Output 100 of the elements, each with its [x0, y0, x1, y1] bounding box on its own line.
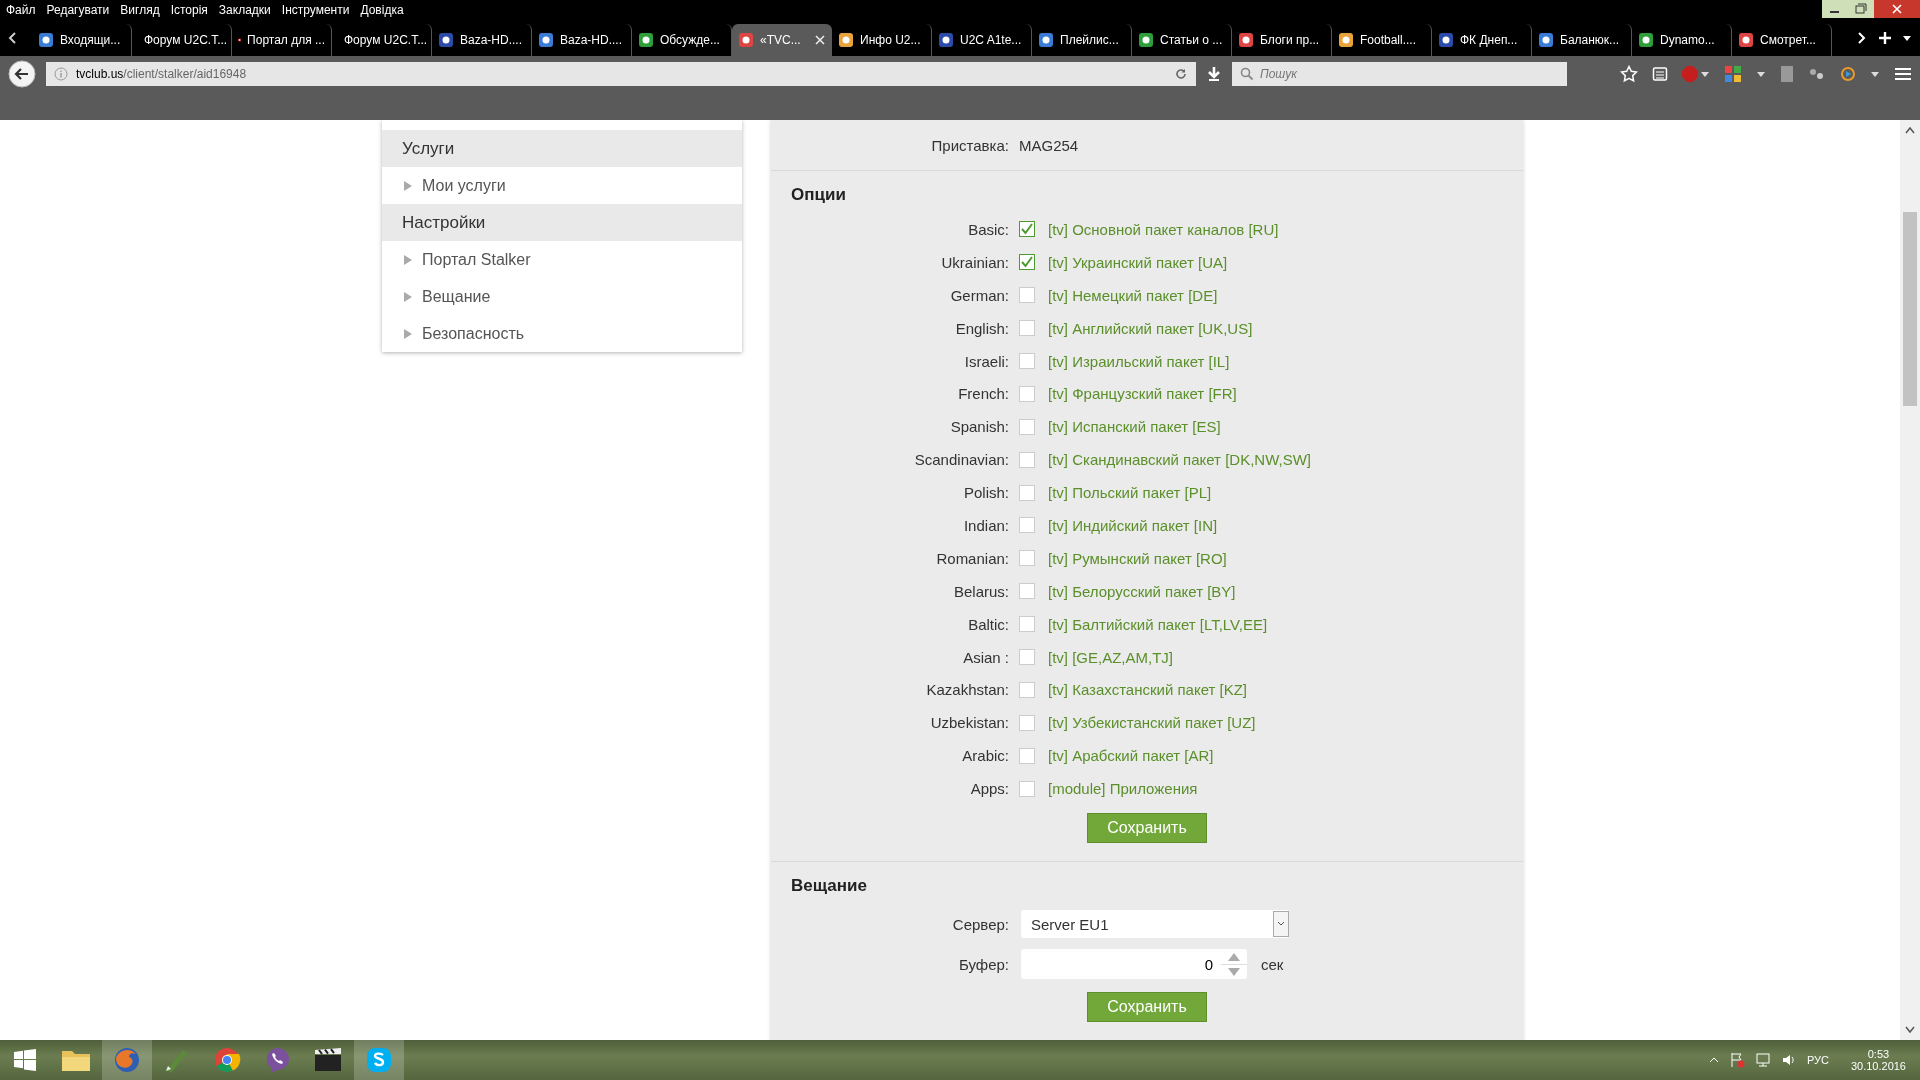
checkbox[interactable] — [1019, 418, 1035, 435]
circle-icon[interactable] — [1840, 66, 1856, 82]
checkbox[interactable] — [1019, 353, 1035, 369]
checkbox[interactable] — [1019, 714, 1035, 731]
option-label: Asian : — [962, 648, 1009, 666]
option-label: Belarus: — [952, 582, 1009, 600]
checkbox[interactable] — [1019, 451, 1035, 468]
triangle-icon — [404, 180, 412, 191]
option-label: Kazakhstan: — [925, 681, 1009, 699]
address-bar[interactable]: tvclub.us/client/stalker/aid16948 — [46, 62, 1196, 86]
menu-item[interactable]: Вигляд — [120, 3, 160, 17]
field-label: Приставка: — [930, 136, 1009, 154]
option-label: Arabic: — [961, 747, 1009, 765]
option-label: German: — [949, 286, 1009, 304]
skype-icon[interactable] — [354, 1040, 404, 1080]
browser-tab[interactable]: «TVC... — [732, 24, 832, 56]
triangle-icon — [404, 291, 412, 302]
triangle-icon — [404, 254, 412, 265]
arrow-down-icon[interactable] — [1905, 1026, 1915, 1034]
sidebar-heading: Настройки — [382, 204, 742, 241]
checkbox[interactable] — [1019, 287, 1035, 304]
option-label: Scandinavian: — [913, 451, 1009, 469]
option-label: Israeli: — [963, 352, 1009, 370]
option-label: English: — [954, 319, 1009, 337]
checkbox[interactable] — [1019, 681, 1035, 698]
network-icon[interactable] — [1754, 1052, 1771, 1068]
menu-item[interactable]: Закладки — [218, 3, 271, 17]
back-icon[interactable] — [8, 60, 36, 88]
reload-icon[interactable] — [1174, 67, 1188, 81]
sidebar-item[interactable]: Вещание — [382, 278, 742, 315]
url-host: tvclub.us — [76, 67, 124, 81]
sidebar-item[interactable]: Безопасность — [382, 315, 742, 352]
clock-date[interactable]: 30.10.2016 — [1850, 1060, 1906, 1072]
option-label: Apps: — [969, 780, 1009, 798]
option-label: Uzbekistan: — [929, 714, 1009, 732]
close-icon[interactable] — [814, 34, 826, 46]
stop-sign-icon[interactable] — [1682, 66, 1710, 82]
field-label: Сервер: — [951, 915, 1009, 933]
checkbox[interactable] — [1019, 385, 1035, 402]
search-icon — [1240, 67, 1254, 81]
browser-icon[interactable] — [102, 1040, 152, 1080]
checkbox[interactable] — [1019, 583, 1035, 600]
checkbox[interactable] — [1019, 484, 1035, 501]
option-label: Spanish: — [949, 418, 1009, 436]
page-icon[interactable] — [1780, 65, 1794, 83]
sidebar-item[interactable]: Портал Stalker — [382, 241, 742, 278]
checkbox[interactable] — [1019, 254, 1035, 271]
arrow-up-icon[interactable] — [1905, 126, 1915, 134]
section-heading: Вещание — [790, 875, 868, 898]
checkbox[interactable] — [1019, 517, 1035, 534]
star-icon[interactable] — [1620, 65, 1638, 83]
menu-item[interactable]: Файл — [6, 3, 36, 17]
option-label: Indian: — [962, 516, 1009, 534]
chevron-left-icon[interactable] — [6, 31, 18, 45]
option-label: Ukrainian: — [940, 253, 1009, 271]
scrollbar-thumb[interactable] — [1903, 212, 1917, 406]
menu-item[interactable]: Довідка — [360, 3, 404, 17]
checkbox[interactable] — [1019, 550, 1035, 567]
server-dropdown[interactable]: Server EU1 — [1021, 910, 1289, 939]
menu-item[interactable]: Інструменти — [281, 3, 350, 17]
buffer-field[interactable]: 0 — [1021, 949, 1247, 980]
checkbox[interactable] — [1019, 649, 1035, 665]
list-icon[interactable] — [1652, 66, 1668, 82]
menu-icon[interactable] — [1894, 66, 1912, 82]
field-label: Буфер: — [957, 955, 1009, 973]
chevron-up-icon[interactable] — [1708, 1056, 1719, 1064]
option-label: Basic: — [967, 220, 1009, 238]
checkbox[interactable] — [1019, 320, 1035, 337]
menu-item[interactable]: Редагувати — [46, 3, 110, 17]
caret-icon[interactable] — [1902, 33, 1912, 43]
flag-icon[interactable] — [1728, 1052, 1745, 1068]
chevron-right-icon[interactable] — [1856, 31, 1868, 45]
url-path: /client/stalker/aid16948 — [123, 67, 247, 81]
checkbox[interactable] — [1019, 747, 1035, 764]
option-label: Polish: — [962, 484, 1009, 502]
triangle-icon — [404, 328, 412, 339]
download-icon[interactable] — [1206, 66, 1222, 82]
menu-item[interactable]: Історія — [170, 3, 208, 17]
dots-icon[interactable] — [1808, 67, 1826, 81]
speaker-icon[interactable] — [1780, 1052, 1797, 1068]
scrollbar[interactable] — [1900, 120, 1920, 1040]
option-label: Baltic: — [967, 615, 1009, 633]
search-field[interactable]: Пошук — [1232, 62, 1567, 86]
plus-icon[interactable] — [1878, 31, 1892, 45]
unit-label: сек — [1261, 955, 1284, 973]
checkbox[interactable] — [1019, 780, 1035, 797]
checkbox[interactable] — [1019, 616, 1035, 633]
dropdown-icon[interactable] — [1273, 911, 1289, 938]
section-heading: Опции — [790, 184, 847, 206]
checkbox[interactable] — [1019, 221, 1035, 238]
option-label: French: — [957, 385, 1009, 403]
option-label: Romanian: — [935, 549, 1009, 567]
language-indicator[interactable]: РУС — [1806, 1054, 1829, 1066]
info-icon[interactable] — [54, 67, 68, 81]
close-icon[interactable] — [1874, 0, 1920, 18]
grid-icon[interactable] — [1724, 65, 1742, 83]
sidebar-heading: Услуги — [382, 130, 742, 167]
clock-time[interactable]: 0:53 — [1867, 1048, 1890, 1060]
minimize-icon[interactable] — [1822, 0, 1848, 18]
sidebar-item[interactable]: Мои услуги — [382, 167, 742, 204]
